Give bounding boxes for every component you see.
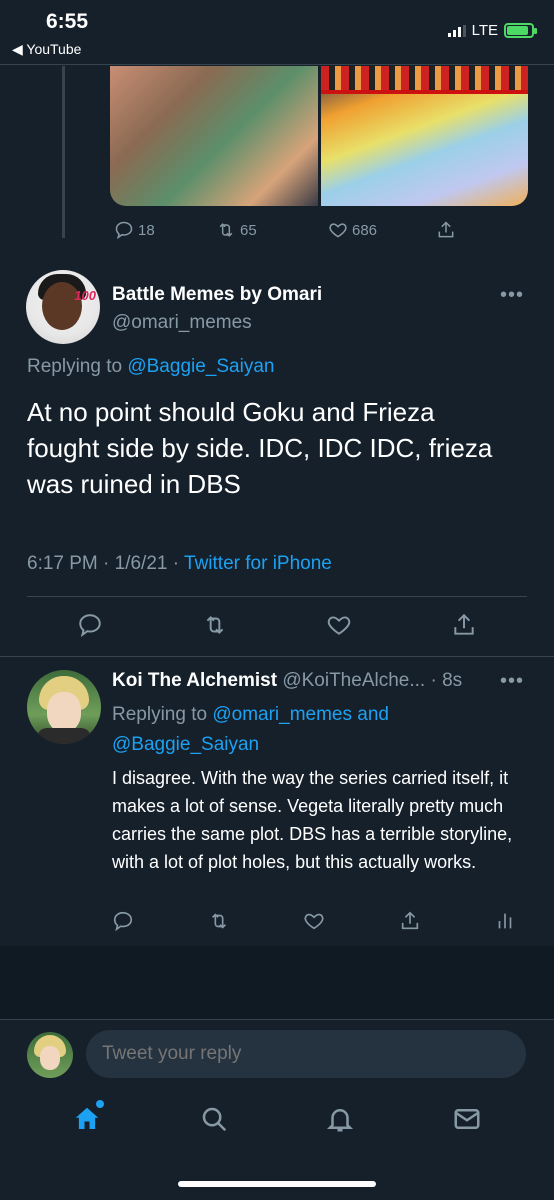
bottom-tab-bar [0,1086,554,1156]
hundred-emoji-icon: 100 [74,288,96,303]
retweet-button[interactable]: 65 [216,220,328,240]
reply-header: Koi The Alchemist @KoiTheAlche... · 8s [112,670,462,692]
like-icon[interactable] [303,910,325,932]
share-button[interactable] [436,220,456,240]
share-icon [438,221,454,238]
tweet-media[interactable] [110,66,528,206]
reply-replying-to: Replying to @omari_memes and @Baggie_Sai… [112,700,512,760]
tab-notifications[interactable] [325,1104,355,1139]
retweet-icon[interactable] [202,612,228,638]
tweet-divider [0,656,554,657]
reply-text: I disagree. With the way the series carr… [112,768,513,872]
reply-author-handle-time[interactable]: @KoiTheAlche... · 8s [282,670,462,691]
author-name[interactable]: Battle Memes by Omari [112,284,322,306]
battery-icon [504,23,537,38]
thread-line [62,66,65,238]
back-to-app-link[interactable]: ◀ YouTube [12,41,81,58]
home-indicator [178,1181,376,1187]
messages-icon [454,1108,480,1129]
empty-area [0,946,554,1020]
tweet-source-link[interactable]: Twitter for iPhone [184,553,332,574]
reply-icon[interactable] [77,612,103,638]
home-unread-dot [96,1099,105,1108]
reply-author-avatar[interactable] [27,670,101,744]
retweet-count: 65 [240,221,257,239]
reply-replying-user1[interactable]: @omari_memes [212,704,352,725]
share-icon[interactable] [399,910,421,932]
author-avatar[interactable]: 100 [26,270,100,344]
analytics-icon[interactable] [494,910,516,932]
signal-icon [447,24,466,37]
reply-icon [115,221,133,240]
reply-replying-and: and [352,704,389,725]
header-divider [0,64,554,65]
tweet-text: At no point should Goku and Frieza fough… [27,397,493,499]
reply-compose-input[interactable] [86,1030,526,1078]
compose-divider [0,1019,554,1020]
home-icon [76,1107,99,1129]
main-tweet-actions [27,612,527,638]
replying-to: Replying to @Baggie_Saiyan [27,356,274,378]
status-indicators: LTE [447,22,537,39]
share-icon[interactable] [451,612,477,638]
reply-replying-user2[interactable]: @Baggie_Saiyan [112,734,259,755]
network-label: LTE [471,22,498,39]
reply-author-name[interactable]: Koi The Alchemist [112,670,277,691]
like-count: 686 [352,221,378,239]
like-icon [329,223,347,238]
search-icon [202,1107,226,1131]
retweet-icon [219,223,233,237]
retweet-icon[interactable] [208,910,230,932]
tab-messages[interactable] [452,1104,482,1139]
tab-search[interactable] [199,1104,229,1139]
tweet-meta: 6:17 PM · 1/6/21 · Twitter for iPhone [27,553,332,575]
replying-prefix: Replying to [27,356,128,377]
meta-divider [27,596,527,597]
like-button[interactable]: 686 [328,220,436,240]
reply-actions [112,910,516,932]
reply-replying-prefix: Replying to [112,704,213,725]
author-handle[interactable]: @omari_memes [112,312,252,334]
prev-tweet-actions: 18 65 686 [114,220,456,240]
tab-home[interactable] [72,1099,105,1139]
more-options-button[interactable]: ••• [500,284,524,307]
reply-more-options-button[interactable]: ••• [500,670,524,693]
reply-button[interactable]: 18 [114,220,216,240]
like-icon[interactable] [326,612,352,638]
my-avatar[interactable] [27,1032,73,1078]
media-image-2[interactable] [320,66,528,206]
reply-count: 18 [138,221,155,239]
notifications-icon [327,1108,354,1131]
tweet-timestamp: 6:17 PM · 1/6/21 · [27,553,185,574]
status-time: 6:55 [46,10,89,33]
reply-icon[interactable] [112,910,134,932]
media-image-1[interactable] [110,66,318,206]
replying-user-link[interactable]: @Baggie_Saiyan [127,356,274,377]
